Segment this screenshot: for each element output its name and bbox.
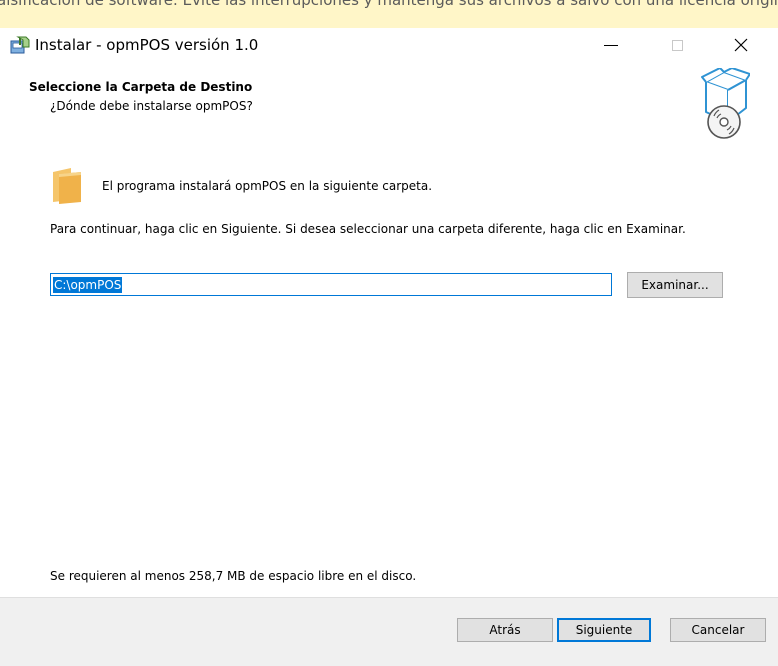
- page-title: Seleccione la Carpeta de Destino: [29, 80, 253, 94]
- minimize-button[interactable]: [588, 28, 634, 62]
- back-button[interactable]: Atrás: [457, 618, 553, 642]
- destination-path-value: C:\opmPOS: [53, 276, 123, 293]
- close-icon: [734, 38, 748, 52]
- installer-icon: [10, 36, 30, 54]
- browse-button[interactable]: Examinar...: [627, 272, 723, 298]
- close-button[interactable]: [718, 28, 764, 62]
- wizard-footer: Atrás Siguiente Cancelar: [0, 597, 778, 666]
- wizard-header: Seleccione la Carpeta de Destino ¿Dónde …: [0, 62, 778, 139]
- page-subtitle: ¿Dónde debe instalarse opmPOS?: [50, 99, 253, 113]
- destination-path-input[interactable]: C:\opmPOS: [50, 273, 612, 296]
- background-window-banner: alsificación de software. Evite las inte…: [0, 0, 778, 28]
- title-bar[interactable]: Instalar - opmPOS versión 1.0: [0, 28, 778, 62]
- instructions-text: Para continuar, haga clic en Siguiente. …: [50, 222, 686, 236]
- background-banner-text: alsificación de software. Evite las inte…: [0, 0, 778, 9]
- next-button[interactable]: Siguiente: [557, 618, 651, 642]
- installer-window: Instalar - opmPOS versión 1.0 Seleccione…: [0, 28, 778, 666]
- box-disc-icon: [701, 68, 750, 139]
- cancel-button[interactable]: Cancelar: [670, 618, 766, 642]
- minimize-icon: [604, 44, 618, 46]
- window-title: Instalar - opmPOS versión 1.0: [35, 36, 259, 54]
- maximize-button[interactable]: [654, 28, 700, 62]
- destination-info-text: El programa instalará opmPOS en la sigui…: [102, 179, 433, 193]
- disk-space-text: Se requieren al menos 258,7 MB de espaci…: [50, 569, 417, 583]
- maximize-icon: [671, 39, 683, 51]
- folder-icon: [53, 168, 81, 204]
